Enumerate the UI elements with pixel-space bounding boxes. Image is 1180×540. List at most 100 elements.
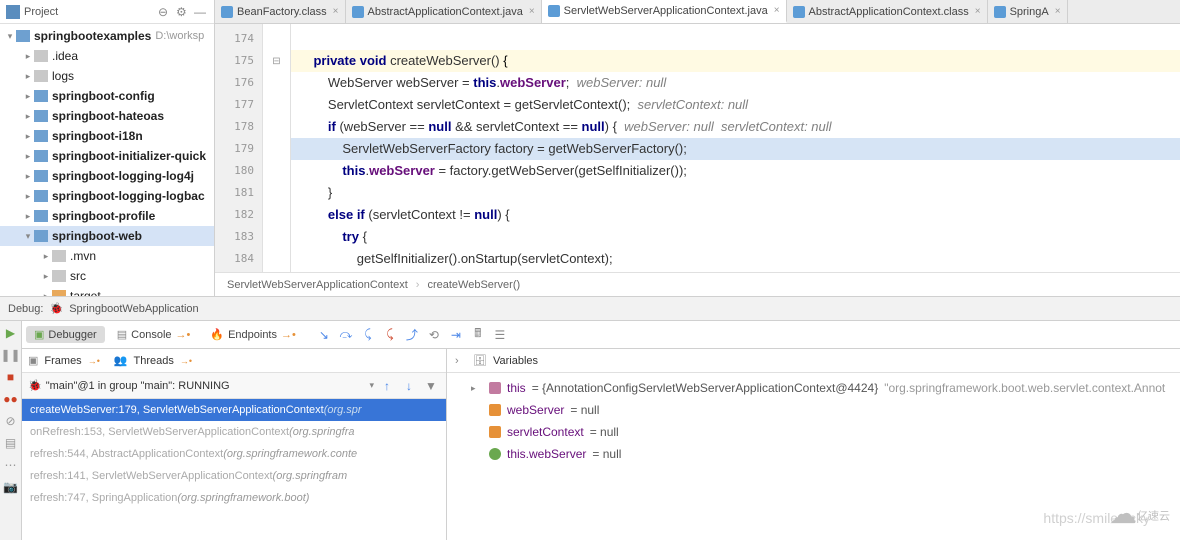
evaluate-button[interactable]: 🖩 xyxy=(470,327,486,343)
chevron-icon[interactable]: ▸ xyxy=(22,91,34,102)
editor-tab[interactable]: AbstractApplicationContext.java × xyxy=(346,0,542,23)
vars-collapse-icon[interactable]: › xyxy=(455,355,467,367)
chevron-icon[interactable]: ▸ xyxy=(22,151,34,162)
close-icon[interactable]: × xyxy=(975,6,981,17)
line-number[interactable]: 182 xyxy=(215,204,262,226)
line-number[interactable]: 184 xyxy=(215,248,262,270)
code-line[interactable]: else if (servletContext != null) { xyxy=(291,204,1180,226)
tree-item[interactable]: ▸ springboot-logging-log4j xyxy=(0,166,214,186)
tree-item[interactable]: ▸ springboot-logging-logbac xyxy=(0,186,214,206)
chevron-icon[interactable]: ▸ xyxy=(22,51,34,62)
hide-icon[interactable]: — xyxy=(194,5,208,19)
chevron-icon[interactable]: ▸ xyxy=(22,191,34,202)
trace-button[interactable]: ☰ xyxy=(492,327,508,343)
code-content[interactable]: private void createWebServer() { WebServ… xyxy=(291,24,1180,272)
tree-item[interactable]: ▸ springboot-profile xyxy=(0,206,214,226)
close-icon[interactable]: × xyxy=(774,5,780,16)
line-number[interactable]: 177 xyxy=(215,94,262,116)
code-line[interactable]: WebServer webServer = this.webServer; we… xyxy=(291,72,1180,94)
tree-item[interactable]: ▸ logs xyxy=(0,66,214,86)
stop-button[interactable]: ■ xyxy=(3,369,19,385)
tree-item[interactable]: ▾ springboot-web xyxy=(0,226,214,246)
more-button[interactable]: ⋯ xyxy=(3,457,19,473)
step-over-button[interactable]: ⤼ xyxy=(338,327,354,343)
chevron-icon[interactable]: ▸ xyxy=(22,131,34,142)
mute-breakpoints-button[interactable]: ⊘ xyxy=(3,413,19,429)
tab-console[interactable]: ▤ Console →• xyxy=(109,326,199,343)
step-into-button[interactable]: ⤹ xyxy=(360,327,376,343)
tab-debugger[interactable]: ▣ Debugger xyxy=(26,326,105,343)
line-gutter[interactable]: 174175176177178179180181182183184185 xyxy=(215,24,263,272)
tree-item[interactable]: ▸ springboot-config xyxy=(0,86,214,106)
tree-item[interactable]: ▸ springboot-hateoas xyxy=(0,106,214,126)
frame-list[interactable]: createWebServer:179, ServletWebServerApp… xyxy=(22,399,446,540)
code-line[interactable]: ServletContext servletContext = getServl… xyxy=(291,94,1180,116)
project-tree[interactable]: ▾ springbootexamples D:\worksp ▸ .idea▸ … xyxy=(0,24,214,296)
tree-item[interactable]: ▸ src xyxy=(0,266,214,286)
stack-frame[interactable]: refresh:141, ServletWebServerApplication… xyxy=(22,465,446,487)
stack-frame[interactable]: refresh:747, SpringApplication (org.spri… xyxy=(22,487,446,509)
show-exec-point-button[interactable]: ↘ xyxy=(316,327,332,343)
editor-tab[interactable]: ServletWebServerApplicationContext.java … xyxy=(542,0,787,23)
variable-row[interactable]: ▸ this = {AnnotationConfigServletWebServ… xyxy=(447,377,1180,399)
variable-row[interactable]: servletContext = null xyxy=(447,421,1180,443)
stack-frame[interactable]: refresh:544, AbstractApplicationContext … xyxy=(22,443,446,465)
code-line[interactable]: private void createWebServer() { xyxy=(291,50,1180,72)
resume-button[interactable]: ▶ xyxy=(3,325,19,341)
chevron-icon[interactable]: ▸ xyxy=(22,111,34,122)
tree-item[interactable]: ▸ target xyxy=(0,286,214,296)
pause-button[interactable]: ❚❚ xyxy=(3,347,19,363)
breadcrumb-class[interactable]: ServletWebServerApplicationContext xyxy=(227,279,408,291)
filter-frames-button[interactable]: ▼ xyxy=(422,377,440,395)
dropdown-chevron-icon[interactable]: ▾ xyxy=(369,380,374,391)
breadcrumb[interactable]: ServletWebServerApplicationContext › cre… xyxy=(215,272,1180,296)
next-frame-button[interactable]: ↓ xyxy=(400,377,418,395)
variable-row[interactable]: this.webServer = null xyxy=(447,443,1180,465)
tree-item[interactable]: ▸ .idea xyxy=(0,46,214,66)
chevron-icon[interactable]: ▸ xyxy=(22,171,34,182)
close-icon[interactable]: × xyxy=(333,6,339,17)
code-line[interactable]: if (webServer == null && servletContext … xyxy=(291,116,1180,138)
debug-config-name[interactable]: SpringbootWebApplication xyxy=(69,303,198,315)
prev-frame-button[interactable]: ↑ xyxy=(378,377,396,395)
line-number[interactable]: 174 xyxy=(215,28,262,50)
layout-button[interactable]: ▤ xyxy=(3,435,19,451)
thread-selector[interactable]: 🐞 "main"@1 in group "main": RUNNING ▾ ↑ … xyxy=(22,373,446,399)
breadcrumb-method[interactable]: createWebServer() xyxy=(427,279,520,291)
code-editor[interactable]: 174175176177178179180181182183184185 ⊟ p… xyxy=(215,24,1180,272)
variable-row[interactable]: webServer = null xyxy=(447,399,1180,421)
run-to-cursor-button[interactable]: ⇥ xyxy=(448,327,464,343)
line-number[interactable]: 175 xyxy=(215,50,262,72)
chevron-icon[interactable]: ▸ xyxy=(22,71,34,82)
line-number[interactable]: 180 xyxy=(215,160,262,182)
stack-frame[interactable]: createWebServer:179, ServletWebServerApp… xyxy=(22,399,446,421)
code-line[interactable] xyxy=(291,28,1180,50)
code-line[interactable]: ServletWebServerFactory factory = getWeb… xyxy=(291,138,1180,160)
collapse-icon[interactable]: ⊖ xyxy=(158,5,172,19)
drop-frame-button[interactable]: ⟲ xyxy=(426,327,442,343)
tree-item[interactable]: ▸ springboot-initializer-quick xyxy=(0,146,214,166)
stack-frame[interactable]: onRefresh:153, ServletWebServerApplicati… xyxy=(22,421,446,443)
tab-endpoints[interactable]: 🔥 Endpoints →• xyxy=(202,326,304,343)
line-number[interactable]: 178 xyxy=(215,116,262,138)
chevron-icon[interactable]: ▾ xyxy=(22,231,34,242)
line-number[interactable]: 183 xyxy=(215,226,262,248)
code-line[interactable]: this.webServer = factory.getWebServer(ge… xyxy=(291,160,1180,182)
tree-root[interactable]: ▾ springbootexamples D:\worksp xyxy=(0,26,214,46)
step-out-button[interactable]: ⤴ xyxy=(404,327,420,343)
editor-tab[interactable]: AbstractApplicationContext.class × xyxy=(787,0,988,23)
gear-icon[interactable]: ⚙ xyxy=(176,5,190,19)
force-step-into-button[interactable]: ⤹ xyxy=(382,327,398,343)
line-number[interactable]: 176 xyxy=(215,72,262,94)
close-icon[interactable]: × xyxy=(1055,6,1061,17)
chevron-icon[interactable]: ▸ xyxy=(40,291,52,297)
code-line[interactable]: getSelfInitializer().onStartup(servletCo… xyxy=(291,248,1180,270)
view-breakpoints-button[interactable]: ●● xyxy=(3,391,19,407)
code-line[interactable]: try { xyxy=(291,226,1180,248)
chevron-icon[interactable]: ▸ xyxy=(471,383,483,394)
tree-item[interactable]: ▸ .mvn xyxy=(0,246,214,266)
chevron-icon[interactable]: ▸ xyxy=(40,271,52,282)
tree-item[interactable]: ▸ springboot-i18n xyxy=(0,126,214,146)
line-number[interactable]: 179 xyxy=(215,138,262,160)
camera-icon[interactable]: 📷 xyxy=(3,479,19,495)
